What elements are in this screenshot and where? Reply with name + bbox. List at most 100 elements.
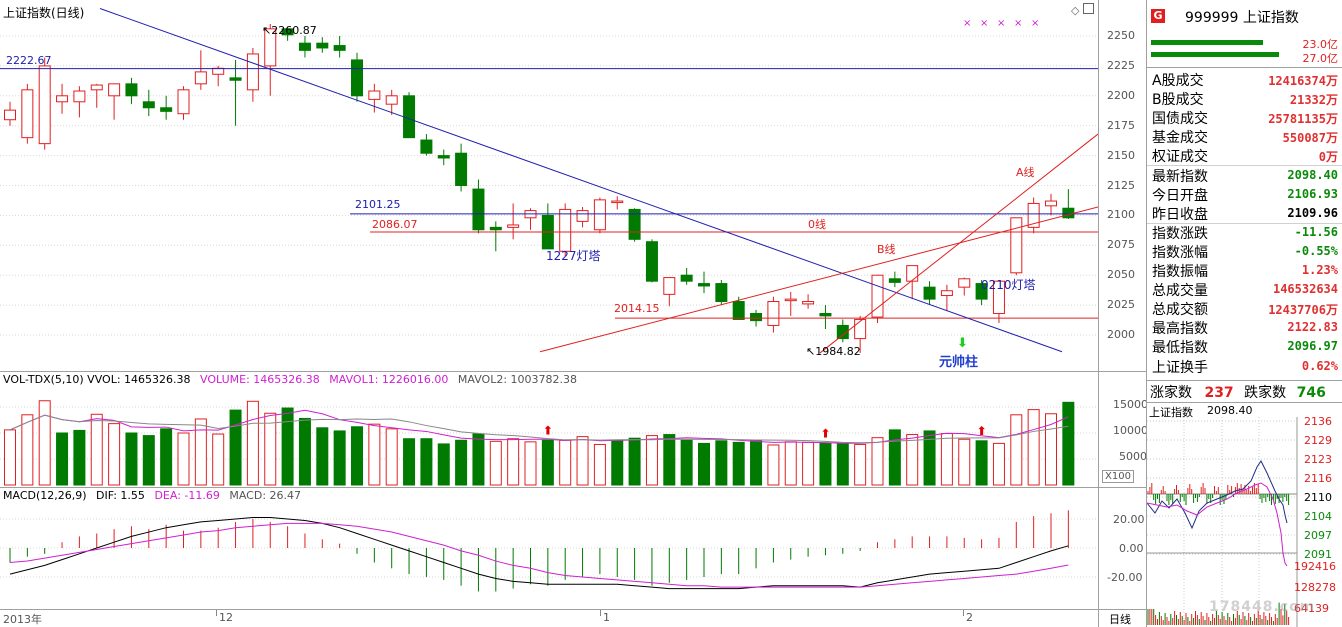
info-row-label: 基金成交	[1152, 130, 1208, 147]
candle-body	[1062, 207, 1075, 219]
volume-bar	[212, 433, 225, 486]
stock-badge: G	[1151, 9, 1165, 23]
volume-bar	[229, 409, 242, 486]
magenta-mark: ×	[1014, 18, 1022, 29]
info-row-label: B股成交	[1152, 92, 1204, 109]
date-label-jan: 1	[603, 611, 610, 624]
info-row: 指数涨跌 -11.56	[1150, 223, 1340, 242]
candle-body	[160, 107, 173, 112]
up-arrow-icon: ⬆	[820, 426, 830, 440]
candle-body	[732, 301, 745, 320]
volume-bar	[958, 438, 971, 486]
price-tick: 2250	[1107, 29, 1135, 42]
candle-body	[298, 42, 311, 51]
volume-bar	[108, 423, 121, 486]
price-tick: 2175	[1107, 118, 1135, 132]
volume-bar	[333, 430, 346, 486]
candle-body	[194, 71, 207, 85]
volume-bar	[420, 438, 433, 486]
intraday-mini-chart[interactable]: 上证指数 2098.40 2136 2129 2123 2116 2110 2104 209…	[1147, 403, 1342, 627]
candle-body	[368, 90, 381, 100]
candle-body	[437, 155, 450, 159]
candle-body	[142, 101, 155, 109]
price-tick: 2225	[1107, 58, 1135, 72]
candle-body	[177, 89, 190, 115]
macd-chart	[0, 510, 1098, 592]
volume-bar	[1027, 409, 1040, 486]
candle-body	[246, 53, 259, 91]
info-row-value: 2122.83	[1287, 320, 1338, 335]
candle-body	[403, 95, 416, 139]
magenta-mark: ×	[997, 18, 1005, 29]
candle-body	[316, 42, 329, 49]
watermark: 178448.com	[1209, 599, 1316, 615]
volume-bar	[56, 432, 69, 486]
info-row-value: 2109.96	[1287, 205, 1338, 220]
candle-body	[125, 83, 138, 97]
price-tick: 2000	[1107, 328, 1135, 341]
info-row: 上证换手 0.62%	[1150, 357, 1340, 376]
candle-body	[715, 283, 728, 303]
volume-bar	[767, 444, 780, 486]
volume-bar	[645, 435, 658, 486]
info-row-value: 2106.93	[1287, 186, 1338, 201]
volume-bar	[264, 412, 277, 486]
volume-bar	[368, 423, 381, 486]
volume-bar	[732, 441, 745, 486]
price-axis: 2250 2225 2200 2175 2150 2125 2100 2075 2050 2025…	[1099, 0, 1146, 371]
mini-price-tick: 2104	[1304, 510, 1332, 523]
volume-bar	[281, 407, 294, 486]
candle-body	[698, 283, 710, 287]
buy-volume-bar	[1151, 40, 1263, 45]
candle-body	[351, 59, 363, 97]
volume-bars: ⬆ ⬆ ⬆	[0, 400, 1098, 486]
info-row: 总成交额 12437706万	[1150, 299, 1340, 318]
volume-bar	[906, 434, 919, 486]
macd-panel[interactable]: MACD(12,26,9) DIF: 1.55 DEA: -11.69 MACD…	[0, 488, 1099, 609]
period-button[interactable]: 日线	[1099, 610, 1146, 627]
candle-body	[611, 200, 624, 204]
magenta-mark: ×	[963, 18, 971, 29]
main-chart-panel[interactable]: 上证指数(日线) ◇ × × × × × ↖2260.87 2222.67 2101.25 20…	[0, 0, 1099, 371]
info-row-value: 2096.97	[1287, 339, 1338, 354]
line-2101-label: 2101.25	[355, 198, 401, 211]
info-row: 权证成交 0万	[1150, 146, 1340, 165]
candle-body	[4, 109, 16, 121]
volume-panel[interactable]: VOL-TDX(5,10) VVOL: 1465326.38 VOLUME: 1…	[0, 372, 1099, 487]
volume-unit-label: X100	[1102, 470, 1134, 483]
candle-body	[507, 224, 520, 228]
candle-body	[940, 290, 953, 297]
info-row-label: 总成交额	[1152, 302, 1208, 319]
info-row-label: 总成交量	[1152, 283, 1208, 300]
candle-body	[576, 210, 589, 222]
sell-volume-bar	[1151, 52, 1279, 57]
line-b-label: B线	[877, 242, 896, 256]
candle-body	[680, 274, 693, 282]
info-row-value: 12416374万	[1268, 74, 1338, 88]
info-row-value: 25781135万	[1268, 112, 1338, 127]
price-tick: 2050	[1107, 268, 1135, 282]
info-row-value: 1.23%	[1301, 263, 1338, 277]
volume-bar	[437, 443, 450, 486]
volume-bar	[1062, 401, 1075, 486]
volume-bar	[541, 439, 554, 486]
dif-line	[9, 517, 1069, 590]
info-row-value: 2098.40	[1287, 167, 1338, 182]
volume-bar	[73, 429, 86, 486]
down-arrow-icon: ⬇	[957, 336, 968, 351]
price-tick: 2075	[1107, 238, 1135, 252]
date-label-feb: 2	[966, 611, 973, 624]
info-row-label: 上证换手	[1152, 359, 1208, 376]
volume-bar	[489, 440, 502, 486]
info-row: 国债成交 25781135万	[1150, 108, 1340, 127]
mini-price-tick: 2110	[1304, 491, 1332, 504]
downtrend-line	[99, 8, 1063, 353]
advance-decline: 涨家数 237 跌家数 746	[1150, 385, 1326, 401]
candle-body	[489, 226, 502, 231]
mini-price-tick: 2116	[1304, 472, 1332, 485]
volume-bar	[90, 413, 103, 486]
volume-bar	[576, 436, 589, 486]
mini-price-tick: 2136	[1304, 415, 1332, 428]
candle-body	[56, 95, 69, 103]
info-row-label: 最新指数	[1152, 168, 1208, 185]
